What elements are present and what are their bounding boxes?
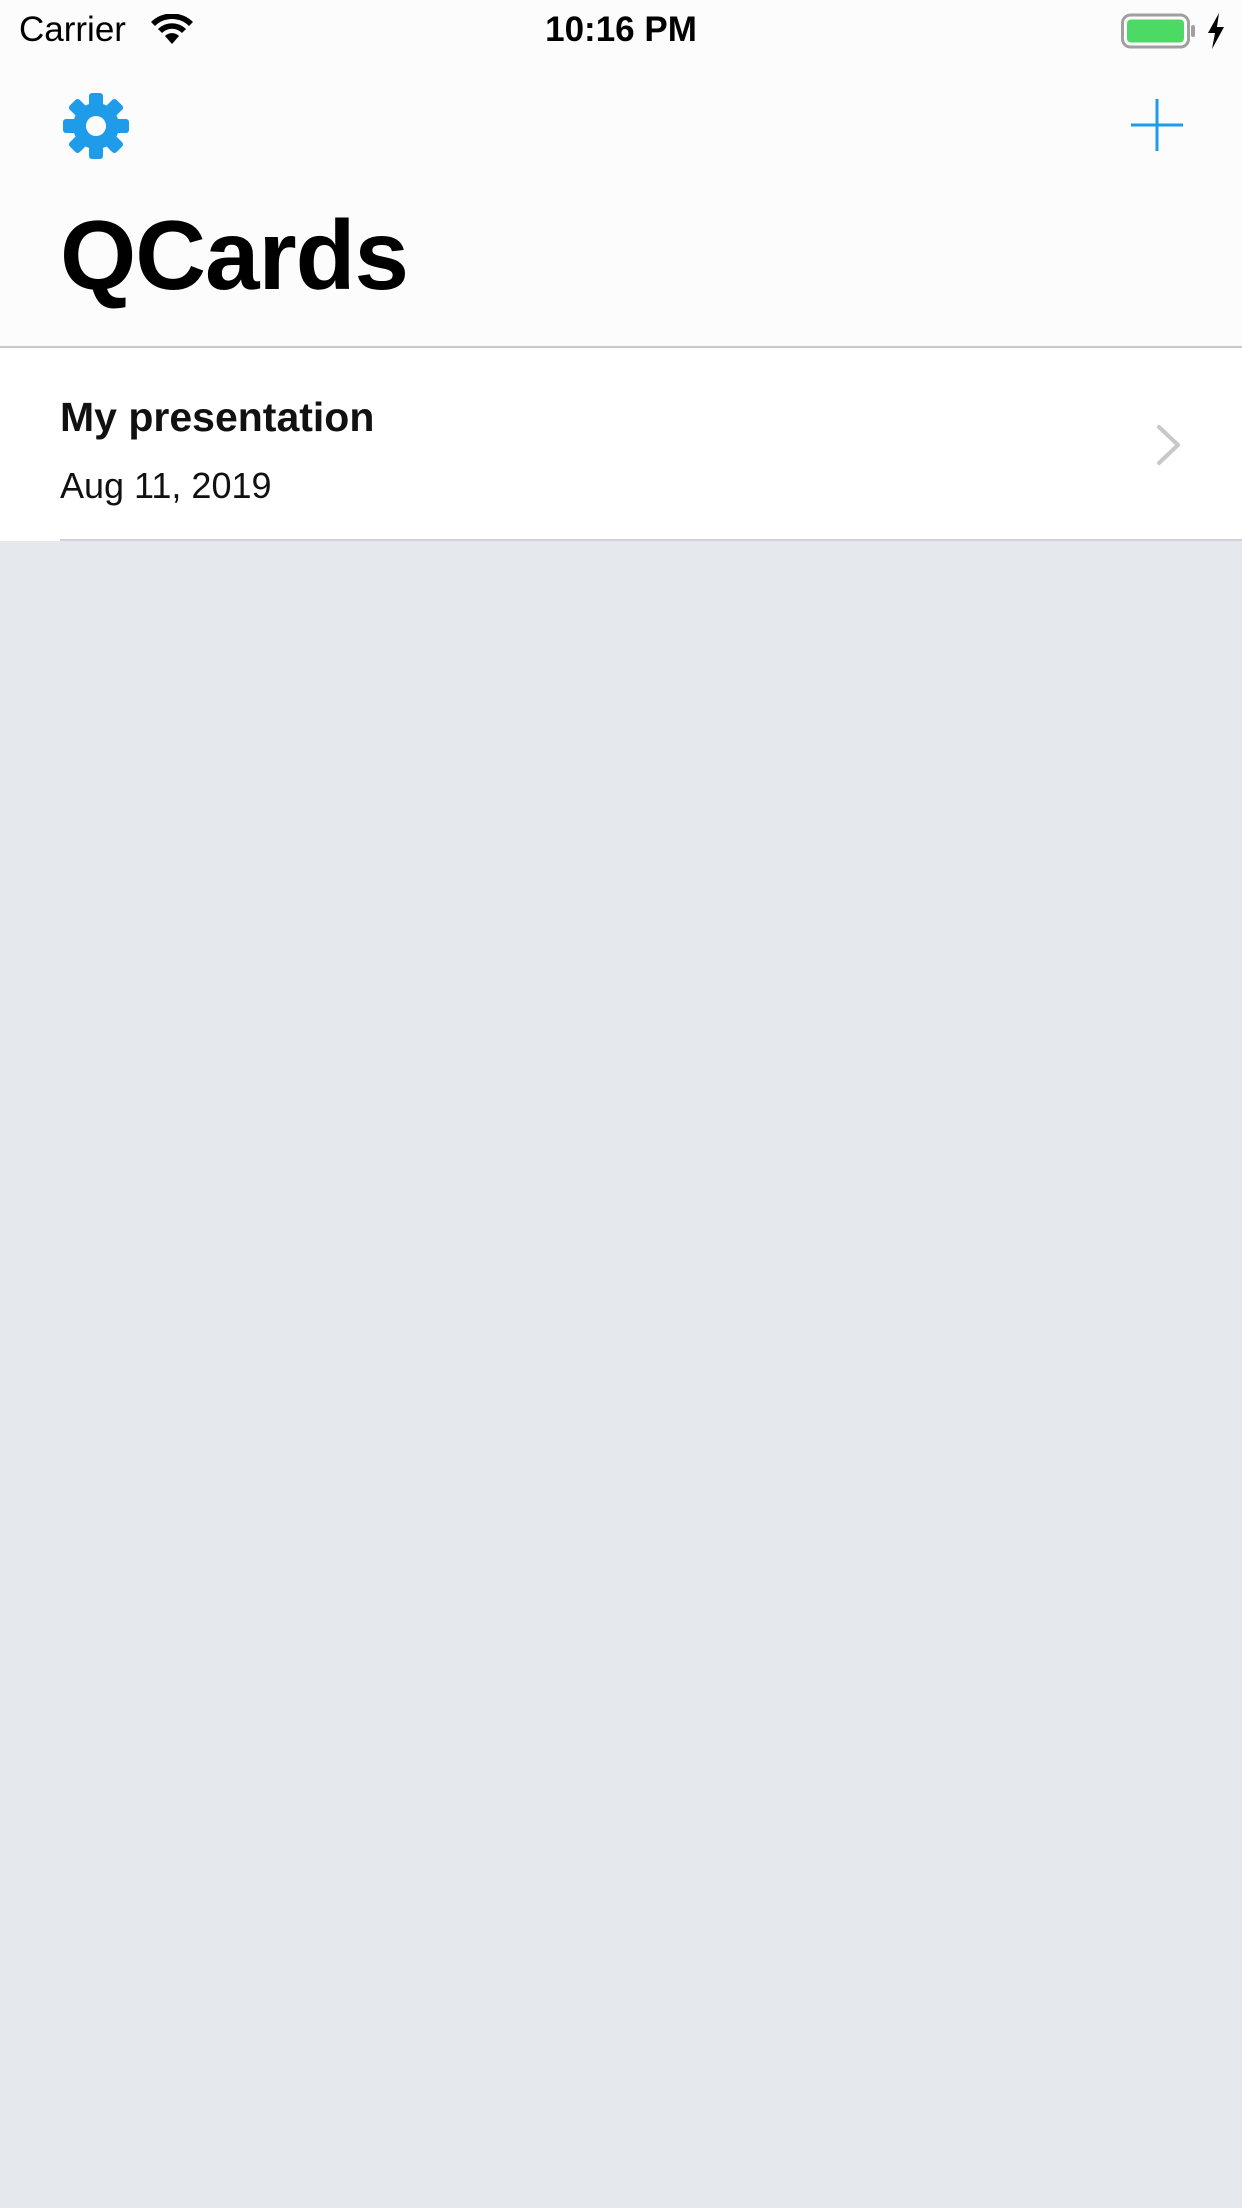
navigation-bar: QCards <box>0 66 1242 348</box>
row-separator <box>60 539 1242 541</box>
list-item[interactable]: My presentation Aug 11, 2019 <box>0 348 1242 541</box>
settings-button[interactable] <box>58 88 134 164</box>
presentation-list: My presentation Aug 11, 2019 <box>0 348 1242 541</box>
app-screen: Carrier 10:16 PM QCards My presentation … <box>0 0 1242 2208</box>
page-title: QCards <box>60 200 409 310</box>
add-presentation-button[interactable] <box>1122 90 1192 160</box>
list-item-date: Aug 11, 2019 <box>60 465 272 506</box>
status-time: 10:16 PM <box>545 10 697 49</box>
battery-icon <box>1121 13 1195 49</box>
chevron-right-icon <box>1157 425 1180 465</box>
plus-icon <box>1131 99 1183 151</box>
list-item-title: My presentation <box>60 394 375 440</box>
bolt-icon <box>1208 13 1224 49</box>
status-bar: Carrier 10:16 PM <box>0 0 1242 66</box>
gear-icon <box>63 93 129 159</box>
